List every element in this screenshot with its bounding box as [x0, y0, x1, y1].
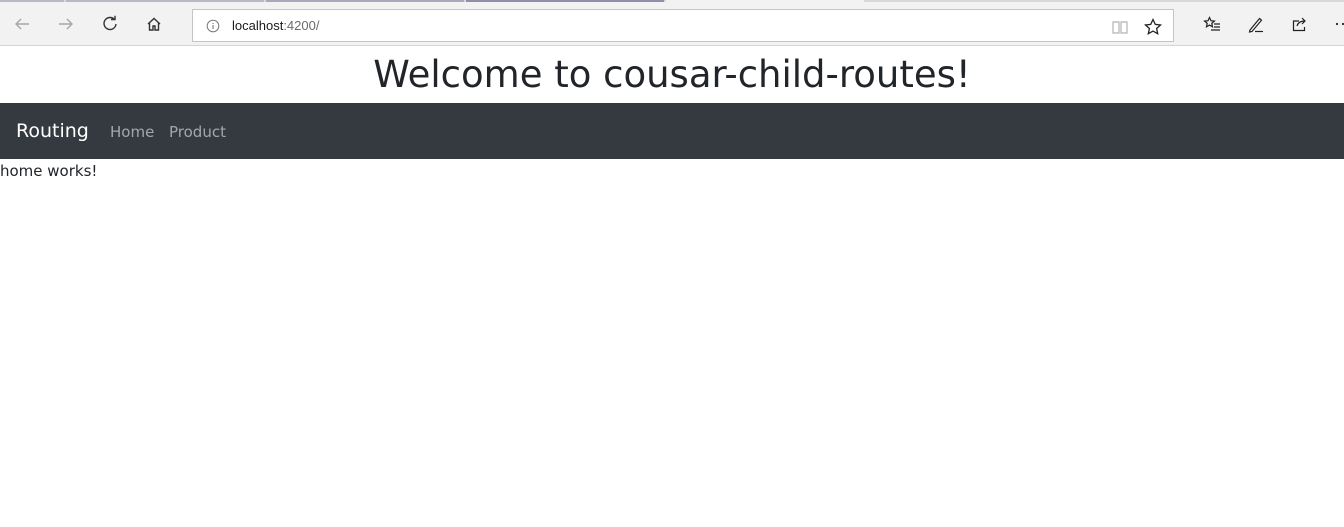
navbar: Routing Home Product [0, 103, 1344, 159]
nav-link-product[interactable]: Product [169, 103, 226, 161]
info-icon[interactable] [206, 19, 220, 33]
reading-view-icon[interactable] [1111, 18, 1129, 36]
favorites-hub-icon [1203, 16, 1220, 31]
forward-arrow-icon [59, 18, 73, 30]
share-button[interactable] [1286, 11, 1312, 37]
favorites-hub-button[interactable] [1199, 11, 1225, 37]
router-outlet-text: home works! [0, 162, 98, 180]
web-notes-button[interactable] [1243, 11, 1269, 37]
url-text[interactable]: localhost:4200/ [232, 18, 319, 33]
back-arrow-icon [15, 18, 29, 30]
pen-icon [1248, 17, 1263, 33]
address-bar[interactable]: localhost:4200/ [192, 9, 1174, 42]
more-icon [1335, 22, 1344, 26]
share-icon [1292, 17, 1306, 32]
url-port-path: :4200/ [283, 18, 320, 33]
forward-button[interactable] [52, 10, 80, 38]
nav-link-home[interactable]: Home [110, 103, 154, 161]
home-button[interactable] [140, 10, 168, 38]
star-icon[interactable] [1143, 17, 1163, 37]
url-host: localhost [232, 18, 284, 33]
browser-toolbar: localhost:4200/ [0, 2, 1344, 46]
refresh-icon [103, 15, 117, 31]
refresh-button[interactable] [96, 10, 124, 38]
home-icon [147, 17, 161, 31]
more-button[interactable] [1330, 11, 1344, 37]
page-title: Welcome to cousar-child-routes! [373, 53, 971, 96]
back-button[interactable] [8, 10, 36, 38]
navbar-brand[interactable]: Routing [16, 103, 89, 159]
